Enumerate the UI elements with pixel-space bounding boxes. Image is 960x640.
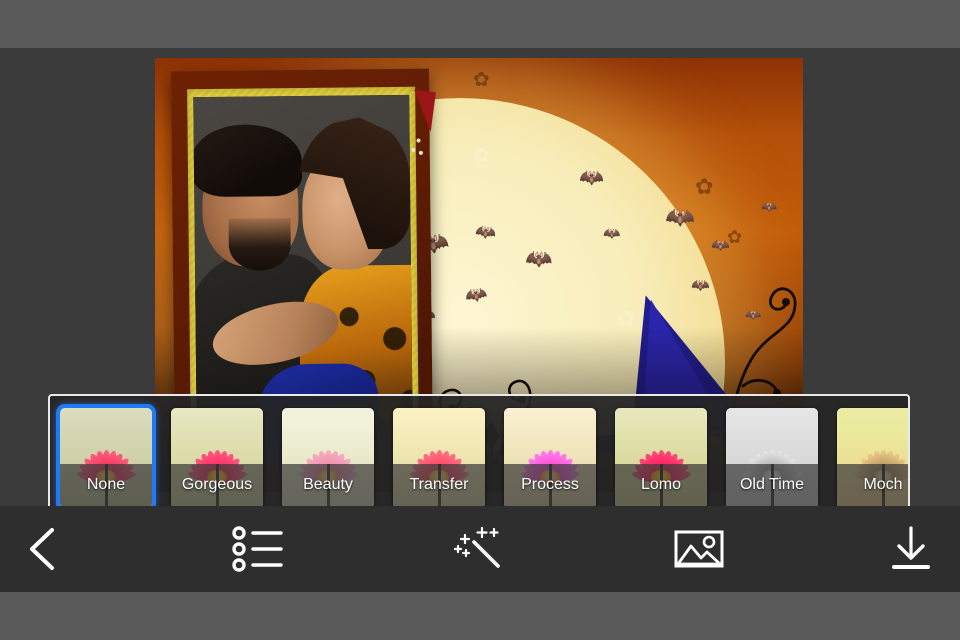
filter-label: Beauty — [303, 476, 353, 493]
filter-label: Gorgeous — [181, 476, 253, 493]
save-button[interactable] — [874, 506, 948, 592]
filter-label: Lomo — [640, 476, 682, 493]
filter-item-none[interactable]: None — [60, 408, 152, 508]
filter-strip[interactable]: None Gorgeous Beauty Transfer Process Lo… — [48, 394, 910, 516]
magic-wand-icon — [453, 526, 500, 568]
gallery-button[interactable] — [662, 506, 736, 592]
filter-label: Moch — [863, 476, 903, 493]
image-icon — [674, 530, 724, 568]
effects-button[interactable] — [442, 506, 516, 592]
filter-label: Process — [521, 476, 579, 493]
filter-label: Old Time — [739, 476, 804, 493]
download-icon — [892, 526, 930, 569]
bottom-toolbar — [0, 506, 960, 592]
filter-item-gorgeous[interactable]: Gorgeous — [171, 408, 263, 508]
filter-track[interactable]: None Gorgeous Beauty Transfer Process Lo… — [60, 408, 908, 508]
filter-item-old-time[interactable]: Old Time — [726, 408, 818, 508]
editor-stage: ✿ ✿ ✿ ✿ ✿ ✿ ✿ ✿ ✿ ✿ 🦇 🦇 🦇 🦇 🦇 🦇 🦇 🦇 🦇 🦇 … — [0, 48, 960, 516]
filter-item-lomo[interactable]: Lomo — [615, 408, 707, 508]
list-icon — [232, 526, 283, 572]
filter-item-beauty[interactable]: Beauty — [282, 408, 374, 508]
filter-item-transfer[interactable]: Transfer — [393, 408, 485, 508]
filter-label: Transfer — [409, 476, 469, 493]
filter-item-process[interactable]: Process — [504, 408, 596, 508]
chevron-left-icon — [30, 528, 54, 570]
filter-label: None — [86, 476, 126, 493]
list-button[interactable] — [222, 506, 296, 592]
filter-item-mocha[interactable]: Moch — [837, 408, 908, 508]
top-chrome-strip — [0, 0, 960, 48]
bottom-chrome-strip — [0, 592, 960, 640]
back-button[interactable] — [8, 506, 76, 592]
